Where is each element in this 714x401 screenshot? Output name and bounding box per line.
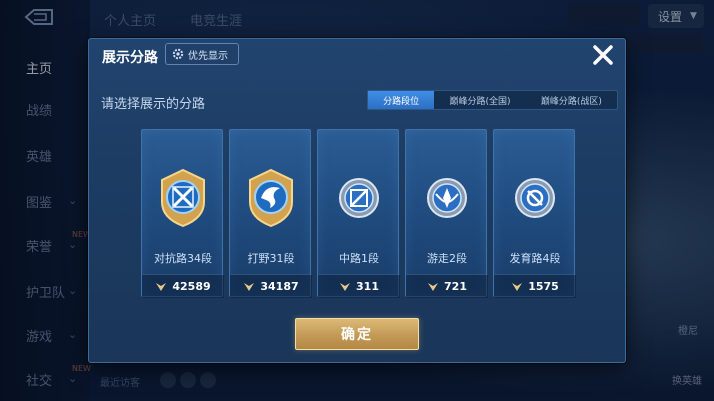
lane-card-jungle[interactable]: 打野31段 34187 [229, 129, 312, 298]
lane-score: 721 [406, 274, 488, 298]
gear-icon [172, 48, 184, 60]
lane-score-value: 34187 [260, 280, 299, 293]
lane-label: 对抗路34段 [154, 252, 212, 265]
priority-display-label: 优先显示 [188, 50, 228, 62]
close-icon [593, 45, 613, 65]
lane-display-dialog: 展示分路 优先显示 请选择展示的分路 分路段位 巅峰分路(全国) 巅峰分路(战区… [88, 38, 626, 363]
lane-card-farm[interactable]: 发育路4段 1575 [493, 129, 576, 298]
dialog-title: 展示分路 [102, 50, 158, 66]
score-wings-icon [512, 282, 523, 291]
dialog-header: 展示分路 优先显示 [89, 39, 627, 79]
farm-lane-emblem-icon [515, 178, 555, 218]
lane-score-value: 721 [444, 280, 467, 293]
confirm-button[interactable]: 确定 [295, 318, 419, 350]
tab-peak-region[interactable]: 巅峰分路(战区) [526, 91, 617, 109]
score-wings-icon [244, 282, 255, 291]
roam-emblem-icon [427, 178, 467, 218]
score-wings-icon [340, 282, 351, 291]
lane-card-mid[interactable]: 中路1段 311 [317, 129, 400, 298]
tab-peak-national[interactable]: 巅峰分路(全国) [434, 91, 525, 109]
jungle-emblem-icon [249, 168, 293, 228]
lane-tabs: 分路段位 巅峰分路(全国) 巅峰分路(战区) [367, 90, 618, 110]
lane-label: 打野31段 [247, 252, 295, 265]
lane-label: 游走2段 [427, 252, 467, 265]
lane-label: 发育路4段 [509, 252, 561, 265]
lane-score: 1575 [494, 274, 576, 298]
priority-display-button[interactable]: 优先显示 [165, 43, 239, 65]
lane-score: 311 [318, 274, 400, 298]
lane-label: 中路1段 [339, 252, 379, 265]
lane-score: 42589 [142, 274, 224, 298]
close-button[interactable] [589, 41, 617, 69]
lane-card-roam[interactable]: 游走2段 721 [405, 129, 488, 298]
score-wings-icon [428, 282, 439, 291]
lane-score-value: 311 [356, 280, 379, 293]
lane-cards: 对抗路34段 42589 打野31段 34187 中路1段 311 游走2段 7… [141, 129, 576, 298]
mid-lane-emblem-icon [339, 178, 379, 218]
lane-score-value: 42589 [172, 280, 211, 293]
selection-prompt: 请选择展示的分路 [101, 97, 206, 112]
tab-lane-rank[interactable]: 分路段位 [368, 91, 435, 109]
lane-score-value: 1575 [528, 280, 559, 293]
score-wings-icon [156, 282, 167, 291]
lane-card-clash[interactable]: 对抗路34段 42589 [141, 129, 224, 298]
clash-lane-emblem-icon [161, 168, 205, 228]
lane-score: 34187 [230, 274, 312, 298]
